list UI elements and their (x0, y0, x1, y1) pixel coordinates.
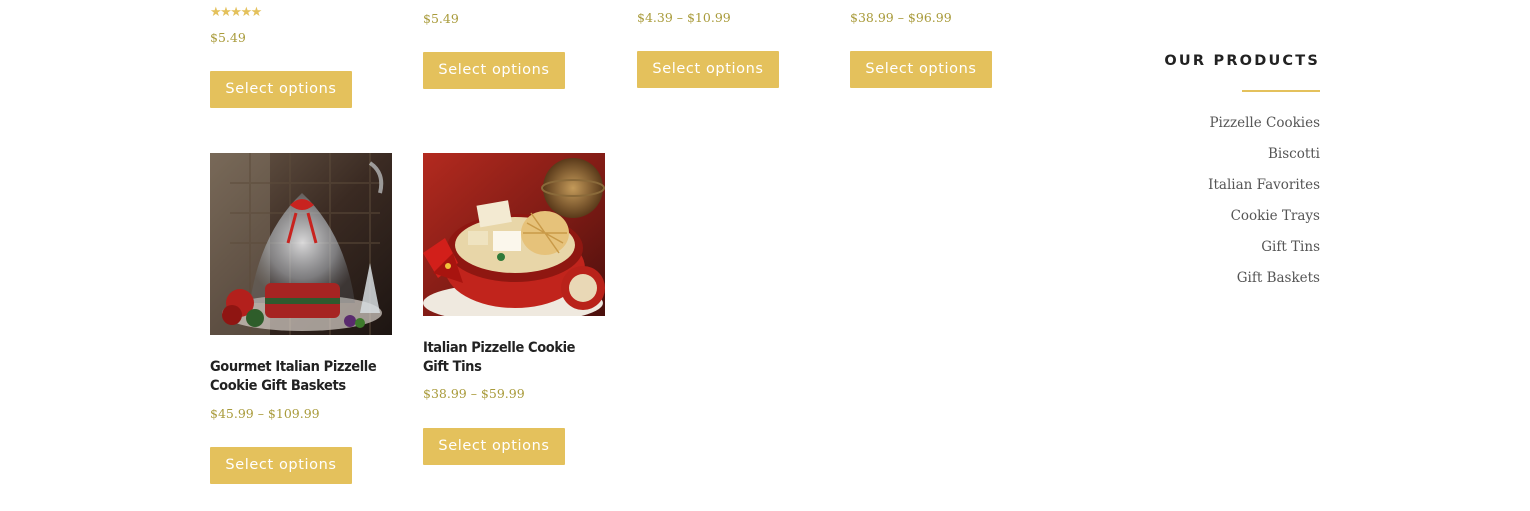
product-card: $38.99 – $96.99 Select options (850, 0, 1032, 110)
product-price: $45.99 – $109.99 (210, 406, 320, 421)
select-options-button[interactable]: Select options (637, 51, 779, 88)
sidebar-link-biscotti[interactable]: Biscotti (1268, 145, 1320, 163)
sidebar-widget (1150, 40, 1320, 300)
product-price: $38.99 – $59.99 (423, 386, 525, 401)
star-rating: ★★★★★ (210, 5, 262, 20)
product-price: $5.49 (423, 11, 459, 26)
sidebar-link-gift-tins[interactable]: Gift Tins (1261, 238, 1320, 256)
product-price: $5.49 (210, 30, 246, 45)
sidebar-title: OUR PRODUCTS (1164, 53, 1320, 69)
sidebar-link-cookie-trays[interactable]: Cookie Trays (1231, 207, 1320, 225)
product-card: ★★★★★ $5.49 Select options (210, 0, 392, 110)
gift-basket-image[interactable] (210, 153, 392, 335)
select-options-button[interactable]: Select options (210, 71, 352, 108)
product-price: $4.39 – $10.99 (637, 10, 731, 25)
cookie-tin-image[interactable] (423, 153, 605, 316)
sidebar-link-gift-baskets[interactable]: Gift Baskets (1237, 269, 1320, 287)
product-card: Italian Pizzelle Cookie Gift Tins $38.99… (423, 153, 605, 473)
select-options-button[interactable]: Select options (850, 51, 992, 88)
product-title[interactable]: Gourmet Italian Pizzelle Cookie Gift Bas… (210, 358, 380, 396)
select-options-button[interactable]: Select options (210, 447, 352, 484)
product-card: Gourmet Italian Pizzelle Cookie Gift Bas… (210, 153, 392, 493)
sidebar-link-italian-favorites[interactable]: Italian Favorites (1208, 176, 1320, 194)
sidebar-title-underline (1242, 90, 1320, 92)
product-price: $38.99 – $96.99 (850, 10, 952, 25)
product-card: $4.39 – $10.99 Select options (637, 0, 819, 110)
sidebar-link-pizzelle-cookies[interactable]: Pizzelle Cookies (1209, 114, 1320, 132)
select-options-button[interactable]: Select options (423, 428, 565, 465)
product-card: $5.49 Select options (423, 0, 605, 110)
select-options-button[interactable]: Select options (423, 52, 565, 89)
product-title[interactable]: Italian Pizzelle Cookie Gift Tins (423, 339, 593, 377)
